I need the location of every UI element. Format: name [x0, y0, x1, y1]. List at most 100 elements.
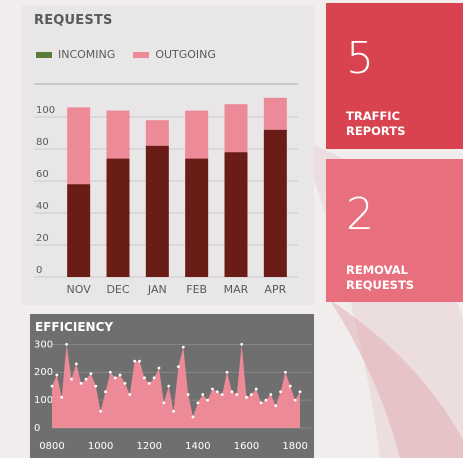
efficiency-point [206, 398, 210, 402]
y-tick-label: 40 [36, 201, 49, 212]
efficiency-point [235, 393, 239, 396]
bar-outgoing [185, 110, 209, 159]
traffic-reports-tile[interactable]: 5 TRAFFIC REPORTS [326, 3, 463, 149]
efficiency-point [211, 387, 214, 391]
x-tick-label: JAN [147, 283, 167, 296]
bar-incoming [106, 158, 130, 277]
eff-x-tick-label: 0800 [39, 441, 64, 452]
requests-bar-chart: 0 20 40 60 80 100 NOV DEC JAN FEB MAR APR [34, 83, 298, 296]
bar-incoming [263, 129, 287, 277]
efficiency-point [74, 362, 78, 366]
eff-x-tick-label: 1200 [137, 441, 162, 452]
bar-outgoing [145, 120, 169, 146]
efficiency-point [133, 359, 137, 363]
traffic-label-line2: REPORTS [346, 124, 406, 138]
efficiency-point [142, 376, 146, 380]
efficiency-point [60, 395, 64, 399]
efficiency-point [186, 393, 190, 396]
efficiency-point [279, 390, 282, 394]
efficiency-point [196, 401, 200, 405]
efficiency-point [50, 384, 54, 388]
efficiency-title: EFFICIENCY [35, 320, 114, 334]
x-tick-label: DEC [106, 283, 129, 296]
efficiency-point [264, 398, 268, 402]
x-tick-label: APR [264, 283, 286, 296]
efficiency-point [118, 373, 122, 377]
removal-requests-tile[interactable]: 2 REMOVAL REQUESTS [326, 159, 463, 302]
traffic-reports-count: 5 [346, 33, 374, 84]
x-tick-label: MAR [224, 283, 249, 296]
efficiency-point [89, 372, 93, 376]
efficiency-point [245, 395, 248, 399]
efficiency-point [293, 398, 297, 402]
y-tick-label: 80 [36, 137, 49, 148]
efficiency-area [52, 344, 300, 428]
efficiency-point [259, 401, 263, 405]
efficiency-point [269, 393, 273, 396]
bar-outgoing [224, 104, 248, 153]
eff-y-tick-label: 300 [34, 339, 53, 350]
efficiency-point [147, 381, 151, 385]
eff-x-tick-label: 1000 [88, 441, 113, 452]
bar-incoming [67, 184, 91, 277]
efficiency-point [94, 384, 98, 388]
removal-requests-label: REMOVAL REQUESTS [346, 263, 414, 293]
efficiency-point [152, 376, 156, 380]
eff-x-tick-label: 1800 [282, 441, 307, 452]
y-tick-label: 20 [36, 233, 49, 244]
efficiency-point [254, 387, 258, 391]
eff-x-tick-label: 1600 [234, 441, 259, 452]
efficiency-point [181, 345, 185, 349]
y-tick-label: 0 [36, 265, 42, 276]
eff-x-tick-label: 1400 [185, 441, 210, 452]
traffic-label-line1: TRAFFIC [346, 109, 401, 123]
efficiency-point [162, 401, 166, 405]
efficiency-point [99, 409, 103, 413]
efficiency-point [274, 404, 278, 408]
efficiency-point [298, 390, 302, 394]
eff-y-tick-label: 200 [34, 367, 53, 378]
efficiency-point [70, 377, 73, 381]
eff-y-tick-label: 0 [34, 423, 40, 434]
efficiency-point [288, 384, 292, 388]
x-tick-label: NOV [67, 283, 92, 296]
efficiency-point [84, 377, 88, 381]
efficiency-area-chart: 0 100 200 300 0800 1000 1200 1400 1600 1800 [34, 339, 312, 452]
y-tick-label: 60 [36, 169, 49, 180]
bar-incoming [185, 158, 209, 277]
efficiency-point [225, 370, 229, 374]
traffic-reports-label: TRAFFIC REPORTS [346, 109, 405, 139]
efficiency-point [167, 384, 171, 388]
bar-outgoing [67, 107, 91, 185]
efficiency-point [138, 359, 141, 363]
efficiency-point [128, 393, 132, 396]
bar-outgoing [106, 110, 130, 159]
efficiency-point [240, 342, 244, 346]
efficiency-point [79, 381, 83, 385]
efficiency-point [191, 415, 195, 419]
efficiency-point [108, 370, 112, 374]
efficiency-point [215, 390, 219, 394]
y-tick-label: 100 [36, 105, 55, 116]
removal-requests-count: 2 [346, 189, 374, 240]
efficiency-panel: 0 100 200 300 0800 1000 1200 1400 1600 1800 EFFIC… [30, 314, 314, 458]
bar-outgoing [263, 97, 287, 130]
efficiency-point [55, 373, 59, 377]
efficiency-point [123, 381, 127, 385]
efficiency-point [220, 393, 224, 396]
efficiency-point [230, 390, 234, 394]
removal-label-line1: REMOVAL [346, 263, 408, 277]
efficiency-point [104, 390, 107, 394]
requests-panel: REQUESTS INCOMING OUTGOING 0 20 40 60 80 100 N… [22, 5, 314, 305]
eff-y-tick-label: 100 [34, 395, 53, 406]
efficiency-point [65, 342, 68, 346]
bar-incoming [145, 145, 169, 277]
efficiency-point [284, 370, 287, 374]
efficiency-point [201, 393, 205, 396]
efficiency-point [177, 365, 180, 369]
efficiency-point [249, 393, 253, 396]
efficiency-point [157, 366, 161, 370]
efficiency-point [172, 409, 175, 413]
efficiency-point [113, 376, 117, 380]
x-tick-label: FEB [186, 283, 207, 296]
